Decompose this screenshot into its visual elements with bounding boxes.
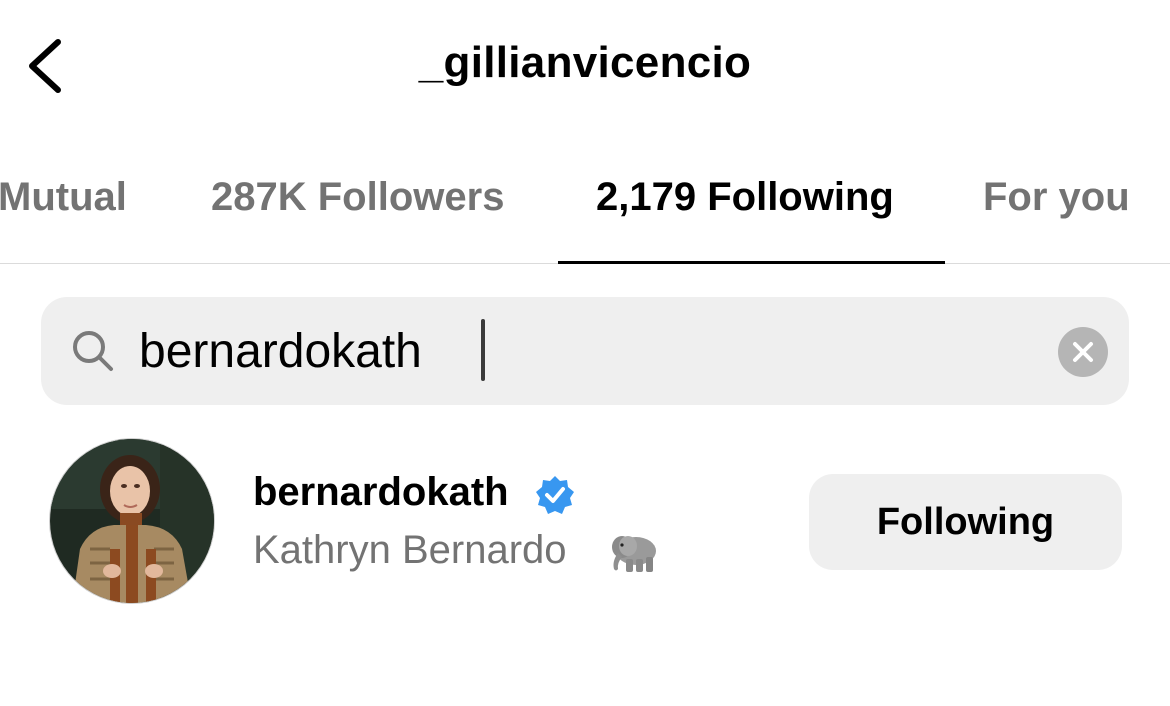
verified-badge-icon — [536, 476, 574, 514]
tab-bar: Mutual 287K Followers 2,179 Following Fo… — [0, 165, 1170, 264]
profile-photo — [50, 439, 214, 603]
text-cursor — [481, 319, 485, 381]
result-full-name: Kathryn Bernardo — [253, 528, 567, 572]
clear-icon — [1073, 342, 1093, 362]
avatar[interactable] — [49, 438, 215, 604]
tab-for-you[interactable]: For you — [983, 175, 1130, 220]
tab-following[interactable]: 2,179 Following — [596, 175, 894, 220]
active-tab-indicator — [558, 261, 945, 264]
search-bar[interactable] — [41, 297, 1129, 405]
following-button[interactable]: Following — [809, 474, 1122, 570]
result-username[interactable]: bernardokath — [253, 470, 509, 515]
page-title: _gillianvicencio — [418, 38, 752, 87]
user-result-row[interactable]: bernardokath Kathryn Bernardo Following — [0, 428, 1170, 618]
search-input[interactable] — [139, 319, 1019, 383]
tab-mutual[interactable]: Mutual — [0, 175, 127, 220]
header: _gillianvicencio — [0, 0, 1170, 135]
tab-followers[interactable]: 287K Followers — [211, 175, 504, 220]
elephant-emoji-icon — [612, 536, 656, 572]
clear-search-button[interactable] — [1058, 327, 1108, 377]
search-icon — [73, 331, 113, 371]
